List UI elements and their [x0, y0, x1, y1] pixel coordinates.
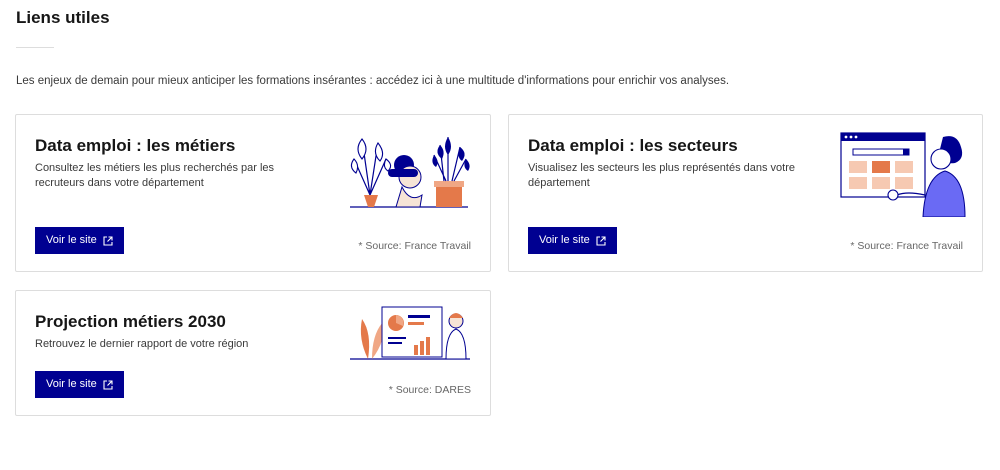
card-projection-metiers-2030: Projection métiers 2030 Retrouvez le der…: [15, 290, 491, 416]
button-label: Voir le site: [46, 378, 97, 390]
card-description: Visualisez les secteurs les plus représe…: [528, 162, 795, 189]
voir-le-site-button[interactable]: Voir le site: [528, 227, 617, 254]
card-title: Data emploi : les secteurs: [528, 136, 738, 155]
plants-person-illustration: [348, 129, 472, 215]
card-description: Retrouvez le dernier rapport de votre ré…: [35, 338, 249, 350]
voir-le-site-button[interactable]: Voir le site: [35, 227, 124, 254]
title-divider: [16, 47, 54, 48]
section-title: Liens utiles: [16, 8, 110, 27]
button-label: Voir le site: [539, 234, 590, 246]
report-chart-illustration: [348, 301, 472, 363]
voir-le-site-button[interactable]: Voir le site: [35, 371, 124, 398]
external-link-icon: [596, 235, 606, 246]
source-note: * Source: France Travail: [850, 240, 963, 252]
external-link-icon: [103, 379, 113, 390]
card-data-emploi-metiers: Data emploi : les métiers Consultez les …: [15, 114, 491, 272]
intro-text: Les enjeux de demain pour mieux anticipe…: [16, 75, 730, 87]
card-title: Data emploi : les métiers: [35, 136, 236, 155]
source-note: * Source: France Travail: [358, 240, 471, 252]
source-note: * Source: DARES: [388, 384, 471, 396]
card-description: Consultez les métiers les plus recherché…: [35, 162, 275, 189]
external-link-icon: [103, 235, 113, 246]
card-title: Projection métiers 2030: [35, 312, 226, 331]
button-label: Voir le site: [46, 234, 97, 246]
card-data-emploi-secteurs: Data emploi : les secteurs Visualisez le…: [508, 114, 983, 272]
browser-person-illustration: [839, 129, 967, 218]
